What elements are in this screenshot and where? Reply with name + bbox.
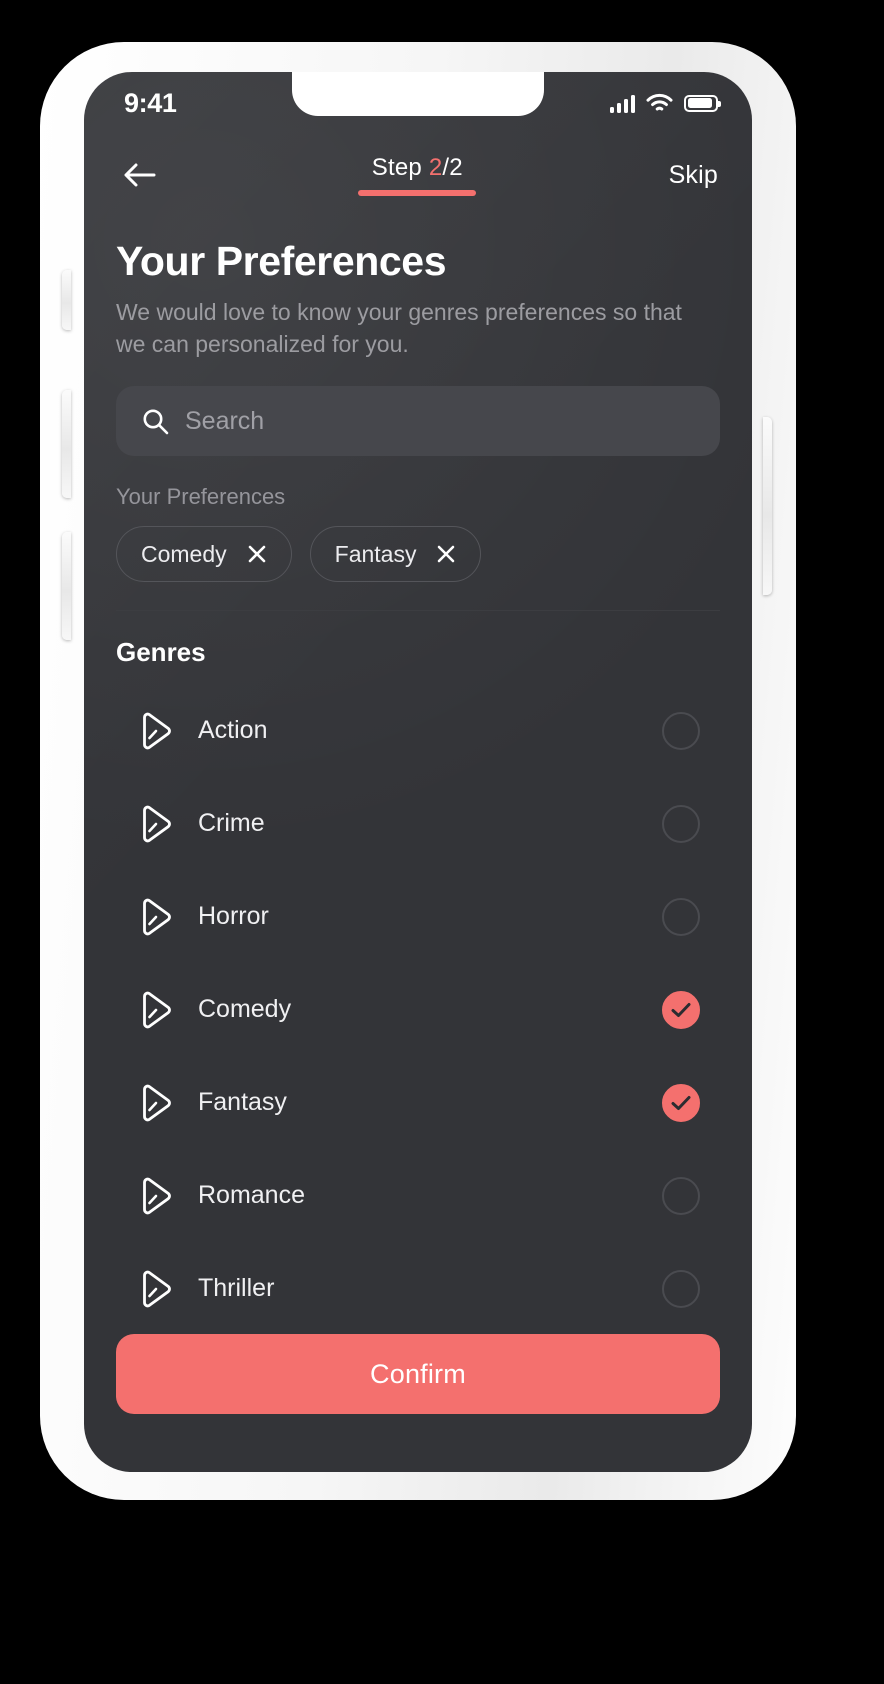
mute-switch-button[interactable] (62, 270, 71, 330)
play-triangle-icon (134, 802, 178, 846)
genres-heading: Genres (116, 637, 206, 668)
genre-label: Action (198, 716, 268, 745)
status-icon-group (610, 93, 721, 113)
genre-checkbox[interactable] (662, 1083, 700, 1122)
genre-row-thriller[interactable]: Thriller (116, 1242, 720, 1335)
genre-checkbox[interactable] (662, 990, 700, 1029)
step-current: 2 (428, 154, 443, 181)
preference-chip[interactable]: Comedy (116, 526, 292, 583)
step-prefix: Step (371, 154, 429, 181)
step-progress-bar (358, 190, 477, 196)
play-triangle-icon (134, 988, 178, 1032)
preference-chip[interactable]: Fantasy (309, 526, 482, 583)
genre-row-crime[interactable]: Crime (116, 777, 720, 870)
section-divider (116, 610, 720, 612)
step-total: /2 (442, 154, 463, 181)
close-icon[interactable] (436, 544, 456, 564)
back-arrow-icon (124, 163, 156, 187)
close-icon[interactable] (247, 544, 267, 564)
display-notch (292, 72, 544, 116)
page-subtitle: We would love to know your genres prefer… (116, 299, 682, 357)
genre-list: Action Crime Horror Comedy Fantasy Roman… (84, 684, 752, 1335)
search-input[interactable] (185, 406, 694, 436)
step-label: Step 2/2 (372, 154, 463, 182)
genre-checkbox[interactable] (662, 897, 700, 936)
play-triangle-icon (134, 1174, 178, 1218)
footer-bar: Confirm (84, 1334, 752, 1472)
volume-up-button[interactable] (62, 390, 71, 498)
genre-row-romance[interactable]: Romance (116, 1149, 720, 1242)
wifi-icon (646, 93, 673, 111)
search-bar[interactable] (116, 386, 720, 457)
page-title: Your Preferences (116, 238, 447, 284)
genre-label: Crime (198, 809, 265, 838)
selected-preferences-label: Your Preferences (116, 484, 286, 510)
genre-label: Horror (198, 902, 269, 931)
play-triangle-icon (134, 1267, 178, 1311)
volume-down-button[interactable] (62, 532, 71, 640)
genre-row-horror[interactable]: Horror (116, 870, 720, 963)
genre-label: Comedy (198, 995, 292, 1024)
preference-chip-label: Fantasy (334, 540, 417, 567)
page-content: Your Preferences We would love to know y… (84, 216, 752, 1472)
genre-row-action[interactable]: Action (116, 684, 720, 777)
content-top-section: Your Preferences We would love to know y… (84, 238, 752, 668)
cellular-signal-icon (610, 94, 635, 113)
search-icon (143, 409, 169, 435)
power-button[interactable] (763, 417, 772, 595)
step-indicator: Step 2/2 (166, 154, 669, 196)
app-header: Step 2/2 Skip (84, 134, 752, 216)
genre-label: Thriller (198, 1274, 275, 1303)
genre-label: Romance (198, 1181, 305, 1210)
battery-icon (684, 94, 721, 112)
confirm-button[interactable]: Confirm (116, 1334, 720, 1414)
genre-label: Fantasy (198, 1088, 287, 1117)
play-triangle-icon (134, 895, 178, 939)
genre-checkbox[interactable] (662, 1176, 700, 1215)
play-triangle-icon (134, 709, 178, 753)
phone-screen: 9:41 Step 2/2 Skip Your Preferences We w… (84, 72, 752, 1472)
preference-chip-label: Comedy (141, 540, 227, 567)
status-clock: 9:41 (124, 87, 177, 118)
screenshot-stage: 9:41 Step 2/2 Skip Your Preferences We w… (0, 0, 884, 1684)
genre-row-fantasy[interactable]: Fantasy (116, 1056, 720, 1149)
genre-checkbox[interactable] (662, 711, 700, 750)
genre-checkbox[interactable] (662, 1269, 700, 1308)
genre-checkbox[interactable] (662, 804, 700, 843)
selected-preference-chips: Comedy Fantasy (116, 526, 720, 583)
genre-row-comedy[interactable]: Comedy (116, 963, 720, 1056)
skip-button[interactable]: Skip (669, 161, 718, 190)
back-button[interactable] (114, 149, 166, 201)
play-triangle-icon (134, 1081, 178, 1125)
